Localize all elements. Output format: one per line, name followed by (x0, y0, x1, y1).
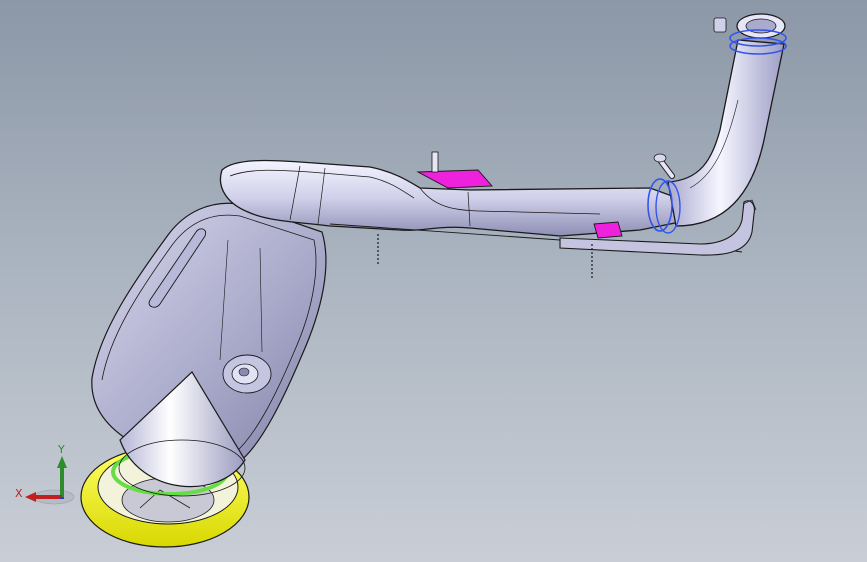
coordinate-triad (25, 456, 75, 505)
cad-3d-viewport[interactable]: Y X (0, 0, 867, 562)
fuel-filler-assembly-model[interactable] (0, 0, 867, 562)
mounting-bracket-top[interactable] (416, 151, 493, 189)
mounting-bracket-lower[interactable] (593, 221, 623, 239)
triad-x-label: X (15, 487, 23, 500)
triad-y-label: Y (58, 443, 65, 456)
